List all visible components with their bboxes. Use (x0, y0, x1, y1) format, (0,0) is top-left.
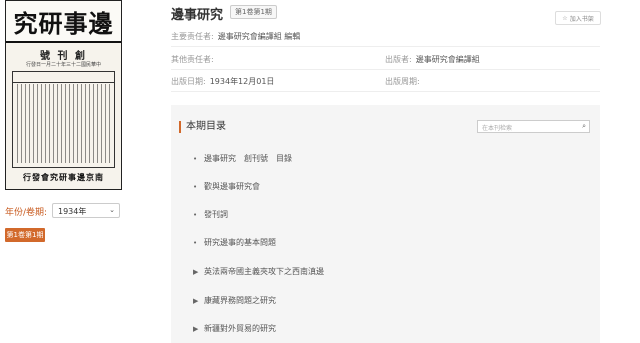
toc-item-label: 邊事研究 創刊號 目錄 (204, 154, 292, 163)
add-to-shelf-button[interactable]: ☆ 加入书架 (555, 11, 601, 25)
toc-search-input[interactable]: 在本刊检索 ⌕ (477, 120, 590, 133)
cover-date: 行發日一月二十年三十二國民華中 (25, 62, 101, 68)
toc-item-label: 新疆對外貿易的研究 (204, 324, 276, 333)
cover-footer: 行發會究研事邊京南 (23, 172, 104, 182)
year-select[interactable]: 1934年 ⌄ (52, 203, 120, 218)
publish-cycle-label: 出版周期: (385, 77, 420, 86)
publisher-label: 出版者: (385, 55, 412, 64)
main-responsible-value: 邊事研究會編譯組 編輯 (217, 32, 301, 41)
search-icon[interactable]: ⌕ (582, 122, 586, 131)
toc-item[interactable]: ▶ 康藏界務問題之研究 (193, 295, 276, 306)
toc-item[interactable]: • 研究邊事的基本問題 (193, 237, 276, 248)
toc-item-label: 康藏界務問題之研究 (204, 296, 276, 305)
main-responsible-label: 主要责任者: (171, 32, 214, 41)
bullet-icon: • (193, 238, 198, 247)
cover-title: 究研事邊 (6, 1, 121, 43)
year-select-value: 1934年 (58, 207, 87, 216)
toc-item[interactable]: • 歡與邊事研究會 (193, 181, 260, 192)
publish-date-label: 出版日期: (171, 77, 206, 86)
toc-search-placeholder: 在本刊检索 (482, 125, 513, 132)
toc-item-label: 研究邊事的基本問題 (204, 238, 276, 247)
bullet-icon: • (193, 210, 198, 219)
toc-item-label: 發刊詞 (204, 210, 228, 219)
toc-item[interactable]: • 發刊詞 (193, 209, 228, 220)
toc-item-label: 英法兩帝國主義夾攻下之西南滇邊 (204, 267, 324, 276)
volume-badge: 第1卷第1期 (230, 5, 277, 19)
page-title: 邊事研究 (171, 8, 224, 23)
publish-cycle: 出版周期: (385, 76, 420, 87)
publisher: 出版者: 邊事研究會編譯組 (385, 54, 480, 65)
cover-toc-block (12, 71, 115, 168)
caret-right-icon[interactable]: ▶ (193, 297, 199, 305)
divider (171, 91, 600, 92)
divider (171, 46, 600, 47)
caret-right-icon[interactable]: ▶ (193, 268, 199, 276)
divider (171, 69, 600, 70)
main-responsible: 主要责任者: 邊事研究會編譯組 編輯 (171, 31, 300, 42)
publisher-value: 邊事研究會編譯組 (415, 55, 480, 64)
toc-item[interactable]: ▶ 新疆對外貿易的研究 (193, 323, 276, 334)
publish-date: 出版日期: 1934年12月01日 (171, 76, 274, 87)
toc-item[interactable]: ▶ 英法兩帝國主義夾攻下之西南滇邊 (193, 266, 324, 277)
add-to-shelf-label: 加入书架 (569, 15, 594, 23)
other-responsible: 其他责任者: (171, 54, 214, 65)
caret-right-icon[interactable]: ▶ (193, 325, 199, 333)
toc-heading: 本期目录 (179, 121, 226, 133)
bullet-icon: • (193, 182, 198, 191)
publish-date-value: 1934年12月01日 (209, 77, 275, 86)
toc-item-label: 歡與邊事研究會 (204, 182, 260, 191)
cover-issue: 號 刊 創 (40, 51, 87, 62)
toc-panel: 本期目录 在本刊检索 ⌕ • 邊事研究 創刊號 目錄 • 歡與邊事研究會 • 發… (171, 105, 600, 343)
star-icon: ☆ (562, 14, 568, 22)
year-label: 年份/卷期: (5, 208, 48, 218)
issue-button[interactable]: 第1卷第1期 (5, 228, 45, 242)
cover-image[interactable]: 究研事邊 號 刊 創 行發日一月二十年三十二國民華中 行發會究研事邊京南 (5, 0, 122, 190)
other-responsible-label: 其他责任者: (171, 55, 214, 64)
bullet-icon: • (193, 154, 198, 163)
chevron-down-icon: ⌄ (109, 206, 115, 214)
toc-item[interactable]: • 邊事研究 創刊號 目錄 (193, 153, 292, 164)
